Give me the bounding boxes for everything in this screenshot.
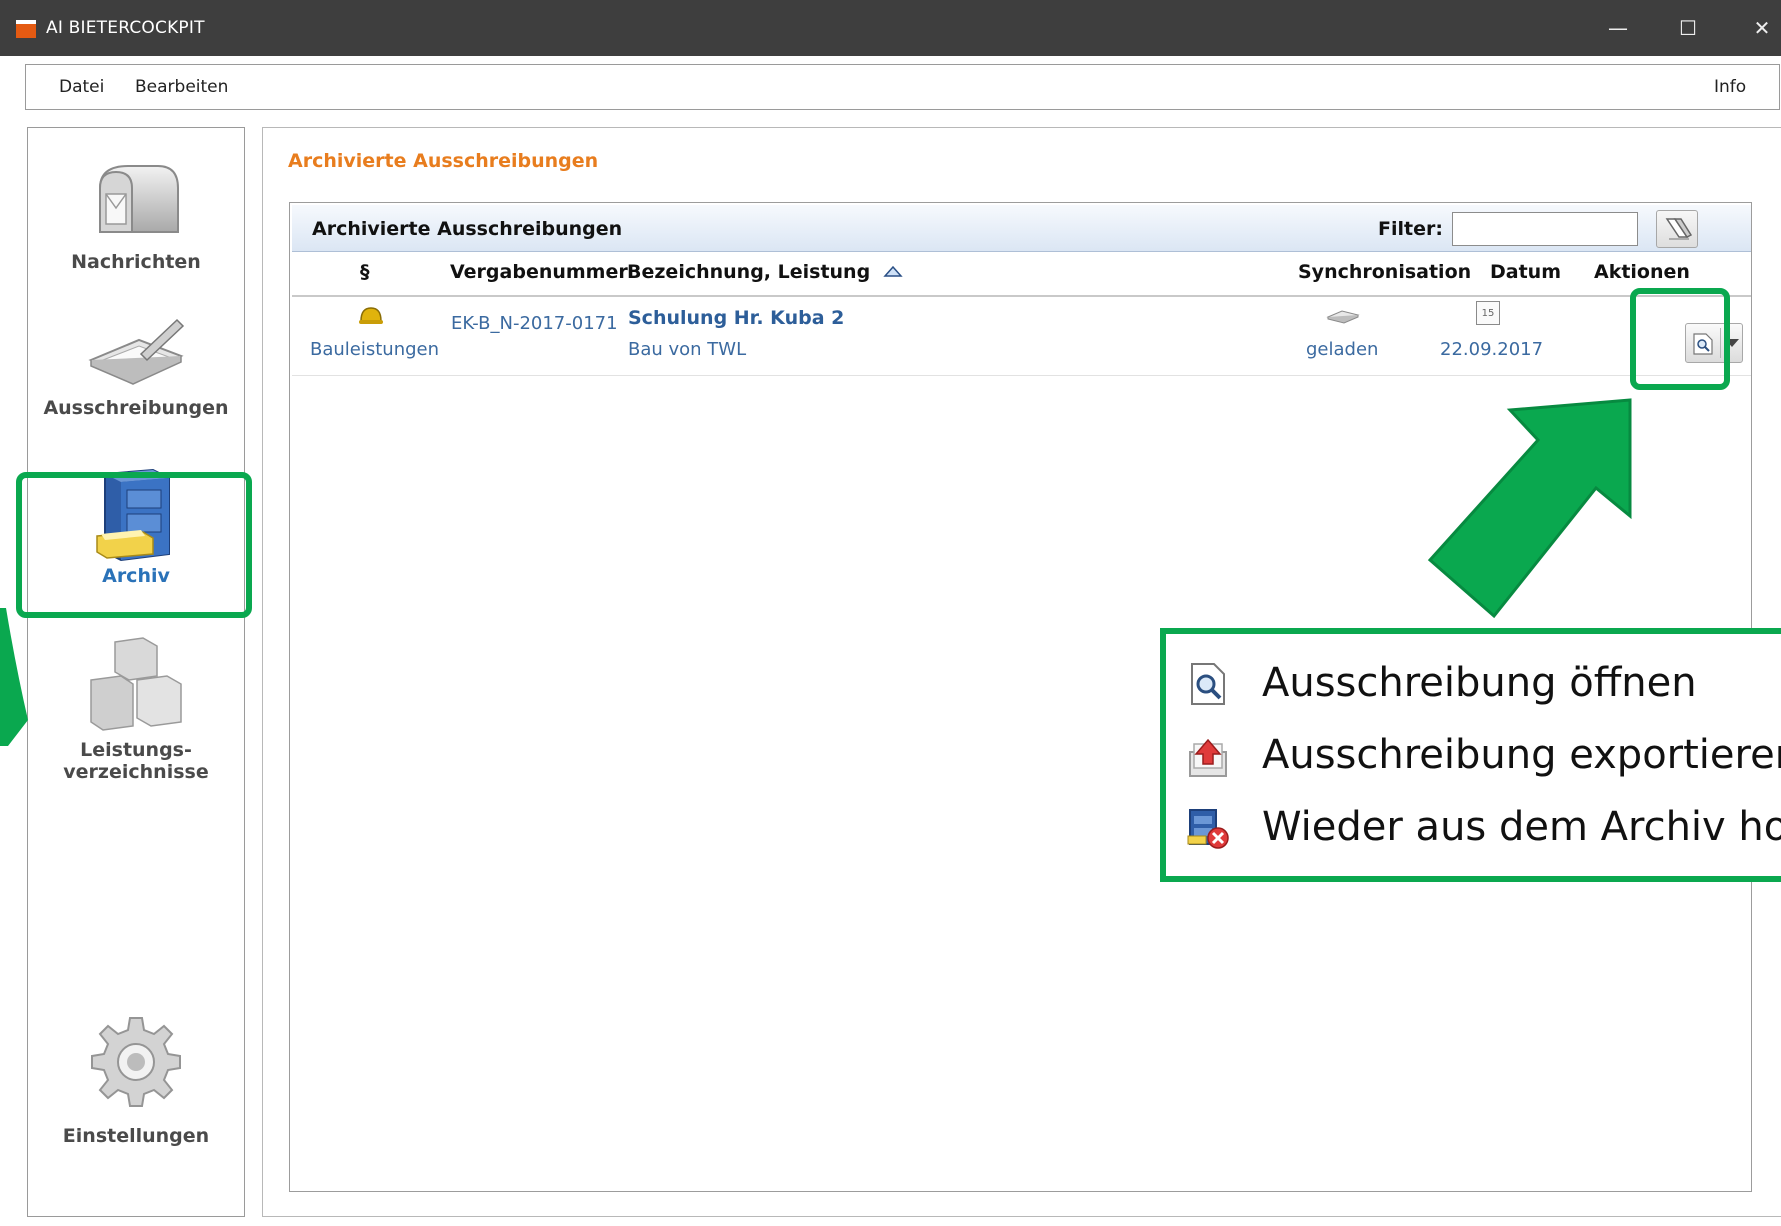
tender-title-link[interactable]: Schulung Hr. Kuba 2 bbox=[628, 307, 844, 329]
column-synchronisation[interactable]: Synchronisation bbox=[1298, 261, 1471, 283]
green-arrow-icon bbox=[1427, 398, 1632, 619]
sidebar-item-einstellungen[interactable]: Einstellungen bbox=[28, 1012, 244, 1147]
restore-from-archive-icon bbox=[1187, 809, 1229, 849]
minimize-button[interactable]: — bbox=[1598, 10, 1638, 46]
header-separator bbox=[292, 295, 1751, 297]
column-paragraph[interactable]: § bbox=[360, 261, 370, 283]
vergabenummer-value: EK-B_N-2017-0171 bbox=[451, 313, 618, 334]
menu-item-restore[interactable]: Wieder aus dem Archiv hole bbox=[1186, 796, 1781, 856]
calendar-icon: 15 bbox=[1476, 301, 1500, 325]
column-bezeichnung-label: Bezeichnung, Leistung bbox=[627, 261, 871, 283]
date-value: 22.09.2017 bbox=[1440, 339, 1544, 360]
menu-item-open[interactable]: Ausschreibung öffnen bbox=[1186, 652, 1781, 712]
category-label: Bauleistungen bbox=[310, 339, 440, 360]
filter-input[interactable] bbox=[1452, 212, 1638, 246]
actions-highlight-box bbox=[1630, 288, 1730, 390]
window-title: AI BIETERCOCKPIT bbox=[46, 18, 205, 38]
menu-bar: Datei Bearbeiten Info bbox=[25, 64, 1780, 110]
sync-status: geladen bbox=[1306, 339, 1379, 360]
arrow-fragment-icon bbox=[0, 608, 28, 746]
document-magnifier-icon bbox=[1191, 663, 1225, 705]
title-bar: AI BIETERCOCKPIT — ☐ ✕ bbox=[0, 0, 1781, 56]
tablet-pen-icon bbox=[88, 318, 185, 385]
archiv-highlight-box bbox=[16, 472, 252, 618]
sidebar-item-leistungsverzeichnisse[interactable]: Leistungs- verzeichnisse bbox=[28, 636, 244, 783]
menu-item-label: Wieder aus dem Archiv hole bbox=[1262, 804, 1781, 850]
menu-item-label: Ausschreibung exportieren bbox=[1262, 732, 1781, 778]
app-logo-icon bbox=[16, 20, 36, 38]
column-vergabenummer[interactable]: Vergabenummer bbox=[450, 261, 628, 283]
column-aktionen[interactable]: Aktionen bbox=[1594, 261, 1690, 283]
row-separator bbox=[292, 375, 1751, 376]
sidebar-item-ausschreibungen[interactable]: Ausschreibungen bbox=[28, 316, 244, 419]
disk-sync-icon bbox=[1326, 310, 1360, 324]
column-bezeichnung[interactable]: Bezeichnung, Leistung bbox=[627, 261, 903, 283]
export-tray-icon bbox=[1189, 738, 1227, 777]
gear-icon bbox=[91, 1017, 181, 1107]
sidebar-item-label: Einstellungen bbox=[62, 1125, 210, 1147]
sidebar-item-label: Nachrichten bbox=[71, 251, 201, 273]
maximize-button[interactable]: ☐ bbox=[1668, 10, 1708, 46]
actions-popup-menu: Ausschreibung öffnen Ausschreibung expor… bbox=[1160, 628, 1781, 882]
menu-bearbeiten[interactable]: Bearbeiten bbox=[135, 77, 228, 97]
page-title: Archivierte Ausschreibungen bbox=[288, 150, 599, 172]
menu-item-export[interactable]: Ausschreibung exportieren bbox=[1186, 724, 1781, 784]
clear-filter-button[interactable] bbox=[1656, 210, 1698, 248]
panel-title: Archivierte Ausschreibungen bbox=[312, 218, 623, 240]
menu-datei[interactable]: Datei bbox=[59, 77, 104, 97]
hard-hat-icon bbox=[359, 307, 383, 324]
panel-header: Archivierte Ausschreibungen Filter: bbox=[292, 205, 1751, 252]
sidebar-item-label: Ausschreibungen bbox=[43, 397, 229, 419]
sidebar-item-nachrichten[interactable]: Nachrichten bbox=[28, 158, 244, 273]
mailbox-icon bbox=[99, 165, 179, 233]
sidebar-item-label-line1: Leistungs- bbox=[80, 739, 192, 761]
filter-label: Filter: bbox=[1378, 218, 1443, 240]
eraser-icon bbox=[1665, 218, 1693, 240]
sort-ascending-icon bbox=[883, 265, 903, 277]
close-button[interactable]: ✕ bbox=[1742, 10, 1781, 46]
column-datum[interactable]: Datum bbox=[1490, 261, 1561, 283]
menu-item-label: Ausschreibung öffnen bbox=[1262, 660, 1697, 706]
calendar-day: 15 bbox=[1481, 308, 1495, 319]
tender-subtitle: Bau von TWL bbox=[628, 339, 747, 360]
cubes-icon bbox=[90, 637, 182, 731]
sidebar: Nachrichten Ausschreibungen Archiv Leist… bbox=[27, 127, 245, 1217]
sidebar-item-label-line2: verzeichnisse bbox=[63, 761, 209, 783]
menu-info[interactable]: Info bbox=[1714, 77, 1746, 97]
